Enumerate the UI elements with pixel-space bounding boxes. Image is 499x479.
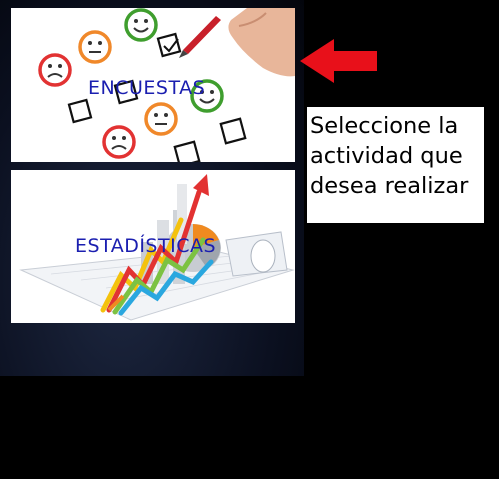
instruction-line-1: Seleccione la bbox=[310, 113, 459, 139]
encuestas-option[interactable]: ENCUESTAS bbox=[11, 8, 295, 162]
encuestas-label: ENCUESTAS bbox=[88, 77, 206, 99]
instruction-box: Seleccione la actividad que desea realiz… bbox=[307, 107, 484, 223]
red-arrow-left-icon bbox=[300, 39, 377, 83]
estadisticas-option[interactable]: ESTADÍSTICAS bbox=[11, 170, 295, 323]
instruction-text: Seleccione la actividad que desea realiz… bbox=[310, 111, 490, 201]
instruction-line-3: desea realizar bbox=[310, 173, 469, 199]
estadisticas-label: ESTADÍSTICAS bbox=[75, 235, 217, 257]
instruction-line-2: actividad que bbox=[310, 143, 463, 169]
